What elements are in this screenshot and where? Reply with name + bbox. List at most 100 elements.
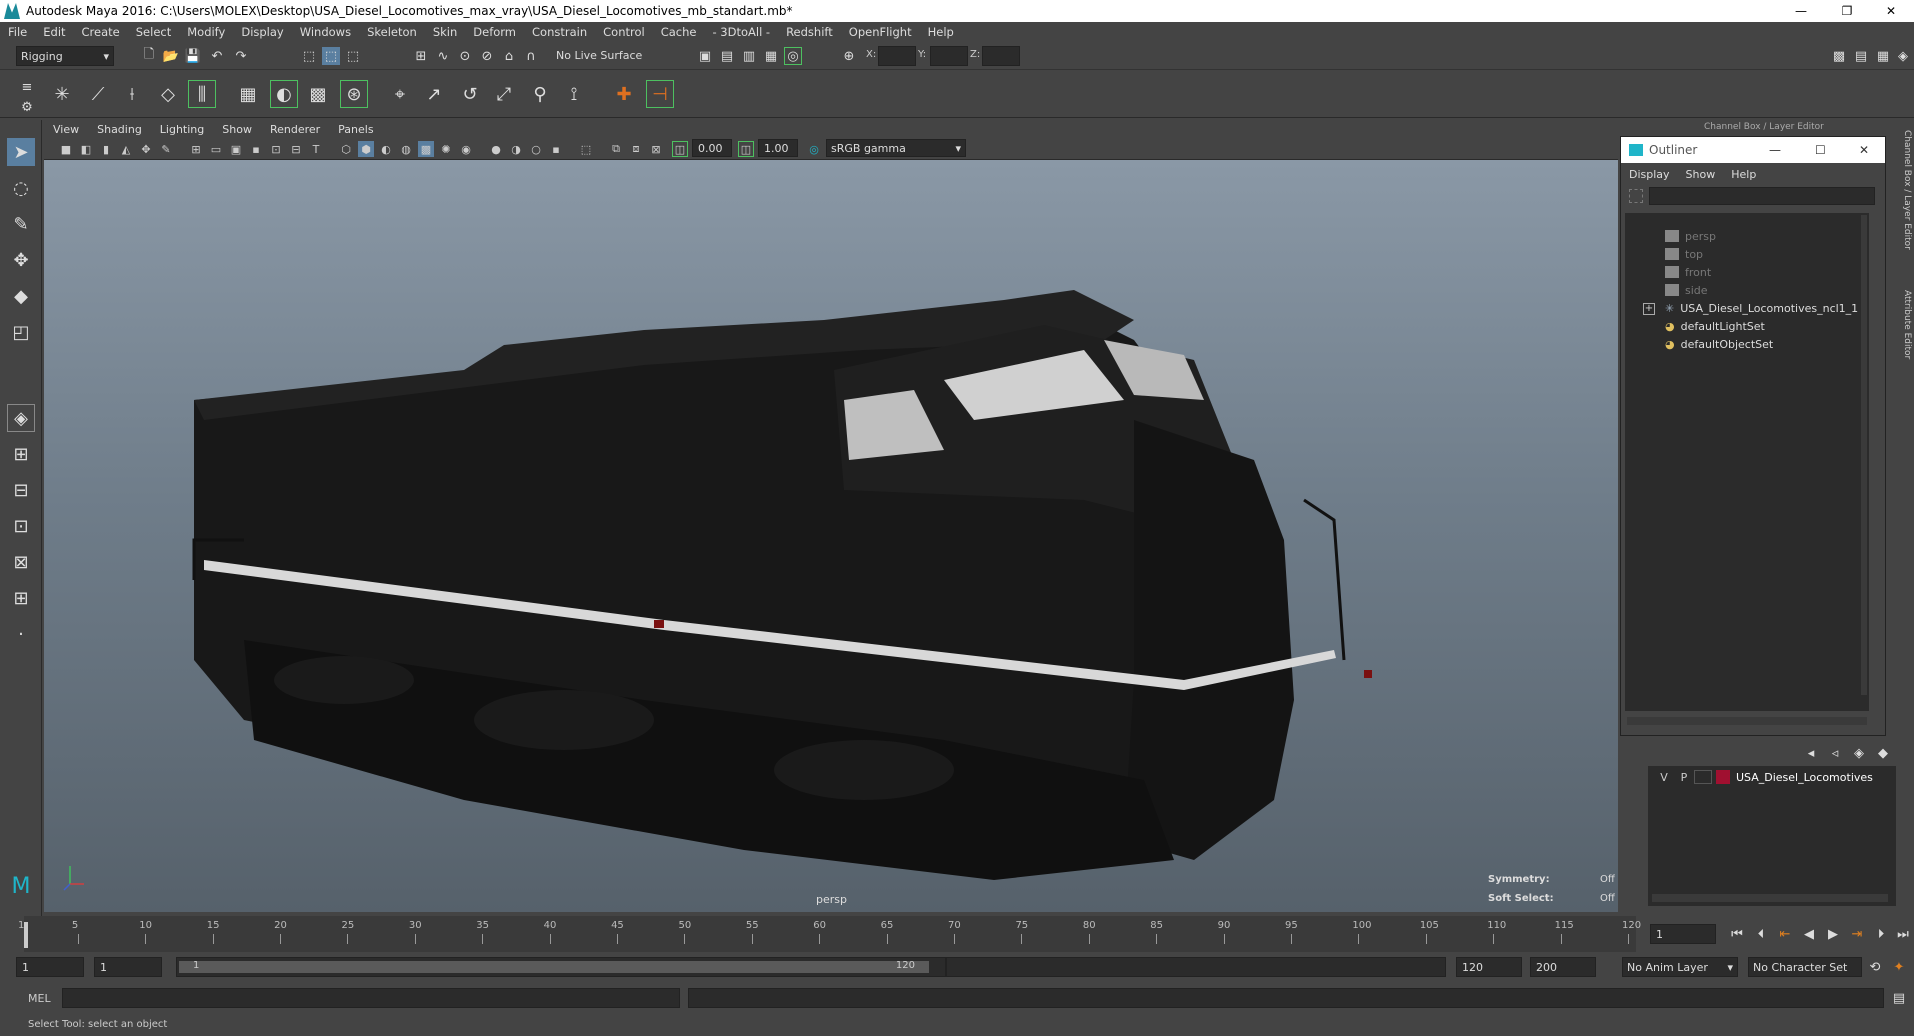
exposure-icon[interactable]: ◫	[672, 141, 688, 157]
render-settings-icon[interactable]: ▦	[762, 47, 780, 65]
parent-constraint-icon[interactable]: ⚲	[526, 80, 554, 108]
undo-icon[interactable]: ↶	[208, 47, 226, 65]
minimize-button[interactable]: —	[1778, 0, 1824, 22]
z-input[interactable]	[982, 46, 1020, 66]
time-slider-track[interactable]: 1 5 10 15 20 25 30 35 40 45 50 55 60 65 70 75 80 85 90 95 10…	[18, 916, 1641, 952]
menu-redshift[interactable]: Redshift	[778, 25, 841, 39]
outliner-item-default-light-set[interactable]: ◕ defaultLightSet	[1665, 317, 1765, 335]
live-surface-label[interactable]: No Live Surface	[556, 49, 642, 62]
lasso-tool-icon[interactable]: ◌	[7, 174, 35, 202]
menu-skeleton[interactable]: Skeleton	[359, 25, 425, 39]
menuset-dropdown[interactable]: Rigging ▾	[16, 46, 114, 66]
range-slider-handle[interactable]: 1 120	[179, 960, 929, 973]
menu-deform[interactable]: Deform	[465, 25, 524, 39]
menu-select[interactable]: Select	[128, 25, 179, 39]
maximize-button[interactable]: ❐	[1824, 0, 1870, 22]
select-tool-icon[interactable]: ➤	[7, 138, 35, 166]
custom-layout-icon[interactable]: ·	[7, 620, 35, 648]
film-gate-icon[interactable]: ▭	[208, 141, 224, 157]
outliner-menu-help[interactable]: Help	[1723, 168, 1764, 181]
range-slider-bar[interactable]: 1 120	[176, 957, 946, 977]
outliner-filter-icon[interactable]	[1629, 189, 1643, 203]
channel-box-icon[interactable]: ◈	[1894, 47, 1912, 65]
pole-vector-icon[interactable]: ⟟	[560, 80, 588, 108]
shadows-icon[interactable]: ◉	[458, 141, 474, 157]
character-set-dropdown[interactable]: No Character Set	[1748, 957, 1862, 977]
step-back-key-icon[interactable]: ⇤	[1776, 925, 1794, 943]
insert-joint-icon[interactable]: ◇	[154, 80, 182, 108]
rotate-tool-icon[interactable]: ◆	[7, 282, 35, 310]
playback-start-field[interactable]: 1	[94, 957, 162, 977]
menu-modify[interactable]: Modify	[179, 25, 233, 39]
cv-curve-icon[interactable]: ⊣	[646, 80, 674, 108]
safe-action-icon[interactable]: ⊟	[288, 141, 304, 157]
camera-attributes-icon[interactable]: ◧	[78, 141, 94, 157]
play-backwards-icon[interactable]: ◀	[1800, 925, 1818, 943]
transform-mode-icon[interactable]: ⊕	[840, 47, 858, 65]
attribute-editor-icon[interactable]: ▤	[1852, 47, 1870, 65]
snap-view-icon[interactable]: ⊘	[478, 47, 496, 65]
field-chart-icon[interactable]: ⊡	[268, 141, 284, 157]
2d-pan-zoom-icon[interactable]: ✥	[138, 141, 154, 157]
snap-curve-icon[interactable]: ∿	[434, 47, 452, 65]
menu-edit[interactable]: Edit	[35, 25, 73, 39]
layer-color-swatch[interactable]	[1716, 770, 1730, 784]
outliner-close-button[interactable]: ✕	[1859, 143, 1869, 157]
tool-settings-icon[interactable]: ▦	[1874, 47, 1892, 65]
expand-icon[interactable]: +	[1643, 303, 1655, 315]
outliner-item-side[interactable]: side	[1665, 281, 1708, 299]
menu-skin[interactable]: Skin	[425, 25, 465, 39]
command-input[interactable]	[62, 988, 680, 1008]
select-component-icon[interactable]: ⬚	[344, 47, 362, 65]
menu-file[interactable]: File	[0, 25, 35, 39]
render-view-icon[interactable]: ▣	[696, 47, 714, 65]
image-plane-icon[interactable]: ◭	[118, 141, 134, 157]
gamma-icon[interactable]: ◫	[738, 141, 754, 157]
outliner-item-front[interactable]: front	[1665, 263, 1711, 281]
playback-end-field[interactable]: 120	[1456, 957, 1522, 977]
go-to-start-icon[interactable]: ⏮	[1728, 925, 1746, 943]
use-all-lights-icon[interactable]: ✺	[438, 141, 454, 157]
layer-scrollbar[interactable]	[1652, 894, 1888, 902]
xray-joints-icon[interactable]: ⧈	[628, 141, 644, 157]
lattice-icon[interactable]: ▩	[304, 80, 332, 108]
menu-cache[interactable]: Cache	[653, 25, 705, 39]
isolate-select-icon[interactable]: ⬚	[578, 141, 594, 157]
outliner-layout-icon[interactable]: ⊟	[7, 476, 35, 504]
y-input[interactable]	[930, 46, 968, 66]
motion-blur-icon[interactable]: ◑	[508, 141, 524, 157]
xray-icon[interactable]: ⧉	[608, 141, 624, 157]
color-management-icon[interactable]: ◎	[806, 141, 822, 157]
current-frame-field[interactable]: 1	[1650, 924, 1716, 944]
magnet-icon[interactable]: ∩	[522, 47, 540, 65]
scale-constraint-icon[interactable]: ⤢	[490, 80, 518, 108]
save-scene-icon[interactable]: 💾	[184, 47, 202, 65]
menu-constrain[interactable]: Constrain	[524, 25, 595, 39]
step-forward-frame-icon[interactable]: ⏵	[1872, 925, 1890, 943]
panel-menu-view[interactable]: View	[44, 123, 88, 136]
orient-constraint-icon[interactable]: ↺	[456, 80, 484, 108]
menu-3dtoall[interactable]: - 3DtoAll -	[704, 25, 778, 39]
ik-spline-icon[interactable]: ⟊	[118, 80, 146, 108]
graph-layout-icon[interactable]: ⊡	[7, 512, 35, 540]
anim-layer-dropdown[interactable]: No Anim Layer ▾	[1622, 957, 1738, 977]
move-layer-up-icon[interactable]: ◂	[1802, 744, 1820, 762]
colorspace-dropdown[interactable]: sRGB gamma ▾	[826, 139, 966, 157]
outliner-menu-show[interactable]: Show	[1678, 168, 1724, 181]
layer-row[interactable]: V P USA_Diesel_Locomotives	[1654, 768, 1890, 786]
new-layer-icon[interactable]: ◈	[1850, 744, 1868, 762]
panel-menu-show[interactable]: Show	[213, 123, 261, 136]
xray-components-icon[interactable]: ⊠	[648, 141, 664, 157]
menu-display[interactable]: Display	[233, 25, 291, 39]
outliner-item-persp[interactable]: persp	[1665, 227, 1716, 245]
menu-control[interactable]: Control	[595, 25, 653, 39]
use-default-material-icon[interactable]: ◐	[378, 141, 394, 157]
snap-surface-icon[interactable]: ⌂	[500, 47, 518, 65]
move-tool-icon[interactable]: ✥	[7, 246, 35, 274]
close-button[interactable]: ✕	[1868, 0, 1914, 22]
play-forwards-icon[interactable]: ▶	[1824, 925, 1842, 943]
select-hierarchy-icon[interactable]: ⬚	[300, 47, 318, 65]
layer-display-type[interactable]	[1694, 770, 1712, 784]
hypershade-layout-icon[interactable]: ⊞	[7, 584, 35, 612]
outliner-minimize-button[interactable]: —	[1769, 143, 1781, 157]
